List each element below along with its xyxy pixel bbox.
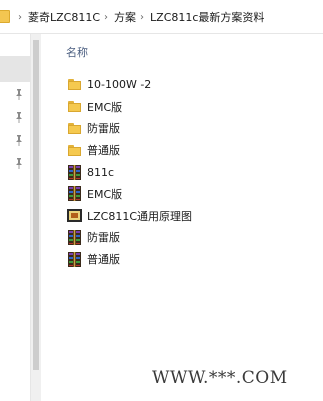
pin-icon[interactable] [14,88,24,100]
file-list-item[interactable]: 普通版 [67,139,192,161]
watermark: WWW.***.COM [152,368,288,388]
pin-icon[interactable] [14,157,24,169]
folder-icon [67,99,82,114]
file-name: 普通版 [87,144,120,158]
winrar-archive-icon [67,251,82,267]
file-name: 防雷版 [87,122,120,136]
nav-scrollbar[interactable] [30,34,41,401]
image-file-icon [67,208,82,223]
folder-icon [67,143,82,158]
file-name: 普通版 [87,253,120,267]
file-name: 防雷版 [87,231,120,245]
pin-icon[interactable] [14,111,24,123]
breadcrumb: › 菱奇LZC811C › 方案 › LZC811c最新方案资料 [14,0,264,34]
breadcrumb-item-lzc811c[interactable]: 菱奇LZC811C [28,9,100,25]
file-list-item[interactable]: 10-100W -2 [67,74,192,96]
file-list: 10-100W -2 EMC版 防雷版 普通版 811c EMC版 LZC811C通用原理图… [67,74,192,270]
folder-icon [0,10,10,23]
chevron-right-icon[interactable]: › [140,12,144,23]
column-header-name[interactable]: 名称 [66,44,88,60]
file-list-item[interactable]: EMC版 [67,96,192,118]
file-name: EMC版 [87,187,123,201]
navigation-pane [0,34,30,401]
chevron-right-icon[interactable]: › [18,12,22,23]
file-name: EMC版 [87,100,123,114]
winrar-archive-icon [67,164,82,180]
breadcrumb-item-current[interactable]: LZC811c最新方案资料 [150,9,264,25]
winrar-archive-icon [67,186,82,202]
nav-item-selected[interactable] [0,56,30,82]
file-name: 811c [87,165,115,179]
file-list-item[interactable]: EMC版 [67,183,192,205]
folder-icon [67,121,82,136]
scrollbar-thumb[interactable] [33,40,39,370]
file-list-item[interactable]: 811c [67,161,192,183]
file-name: 10-100W -2 [87,78,152,92]
file-list-item[interactable]: 防雷版 [67,227,192,249]
file-list-item[interactable]: 普通版 [67,248,192,270]
breadcrumb-item-fangan[interactable]: 方案 [114,9,136,25]
file-list-pane: 名称 10-100W -2 EMC版 防雷版 普通版 811c EMC版 LZC811C通用… [41,34,323,401]
pin-icon[interactable] [14,134,24,146]
folder-icon [67,77,82,92]
address-bar[interactable]: › 菱奇LZC811C › 方案 › LZC811c最新方案资料 [0,0,323,34]
chevron-right-icon[interactable]: › [104,12,108,23]
winrar-archive-icon [67,229,82,245]
file-list-item[interactable]: LZC811C通用原理图 [67,205,192,227]
file-name: LZC811C通用原理图 [87,209,193,223]
file-list-item[interactable]: 防雷版 [67,118,192,140]
